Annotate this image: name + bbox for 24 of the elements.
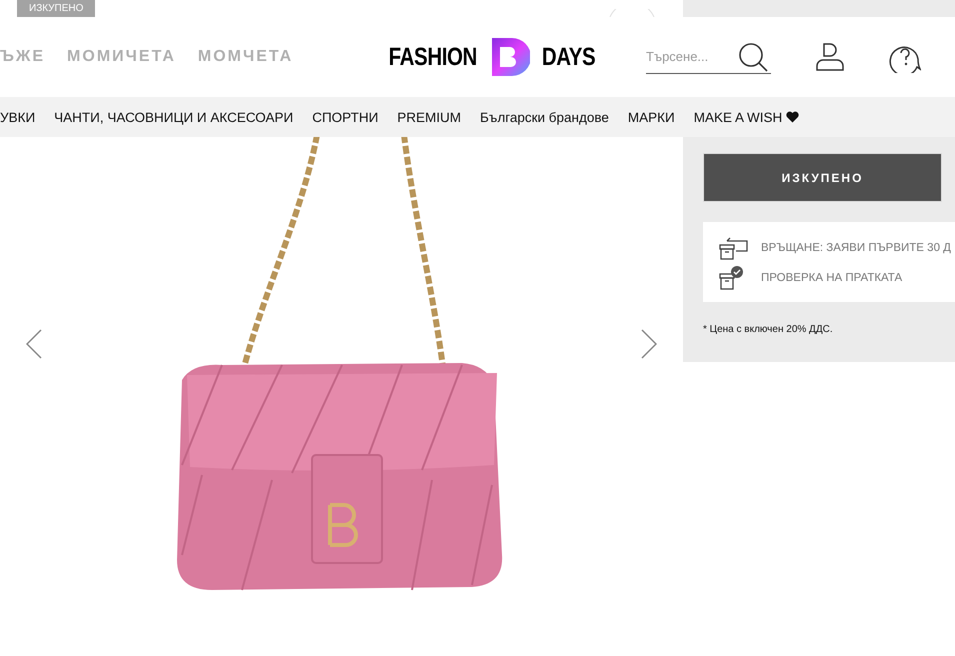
- vat-note: * Цена с включен 20% ДДС.: [703, 324, 834, 335]
- sold-out-button[interactable]: ИЗКУПЕНО: [703, 153, 942, 202]
- next-button[interactable]: [641, 329, 657, 359]
- logo-text: FASHION: [388, 42, 477, 72]
- account-button[interactable]: [815, 42, 845, 72]
- chevron-right-icon: [641, 329, 657, 359]
- search-icon: [738, 42, 768, 72]
- box-return-icon: [719, 236, 749, 260]
- benefit-text: ВРЪЩАНЕ: ЗАЯВИ ПЪРВИТЕ 30 Д: [761, 242, 951, 254]
- logo-text: DAYS: [542, 42, 596, 72]
- previous-button[interactable]: [26, 329, 42, 359]
- nav-link[interactable]: PREMIUM: [397, 110, 462, 124]
- benefit-text: ПРОВЕРКА НА ПРАТКАТА: [761, 272, 902, 284]
- user-icon: [815, 42, 845, 72]
- chevron-left-icon: [26, 329, 42, 359]
- nav-link[interactable]: MAKE A WISH: [694, 110, 800, 124]
- heart-icon: [786, 111, 800, 123]
- sold-out-badge: ИЗКУПЕНО: [17, 0, 96, 17]
- nav-link[interactable]: ЧАНТИ, ЧАСОВНИЦИ И АКСЕСОАРИ: [54, 110, 294, 124]
- nav-link[interactable]: МАРКИ: [628, 110, 675, 124]
- logo-icon: [492, 38, 530, 76]
- nav-link[interactable]: Български брандове: [480, 110, 609, 124]
- nav-link[interactable]: СПОРТНИ: [312, 110, 378, 124]
- nav-link[interactable]: УВКИ: [0, 110, 36, 124]
